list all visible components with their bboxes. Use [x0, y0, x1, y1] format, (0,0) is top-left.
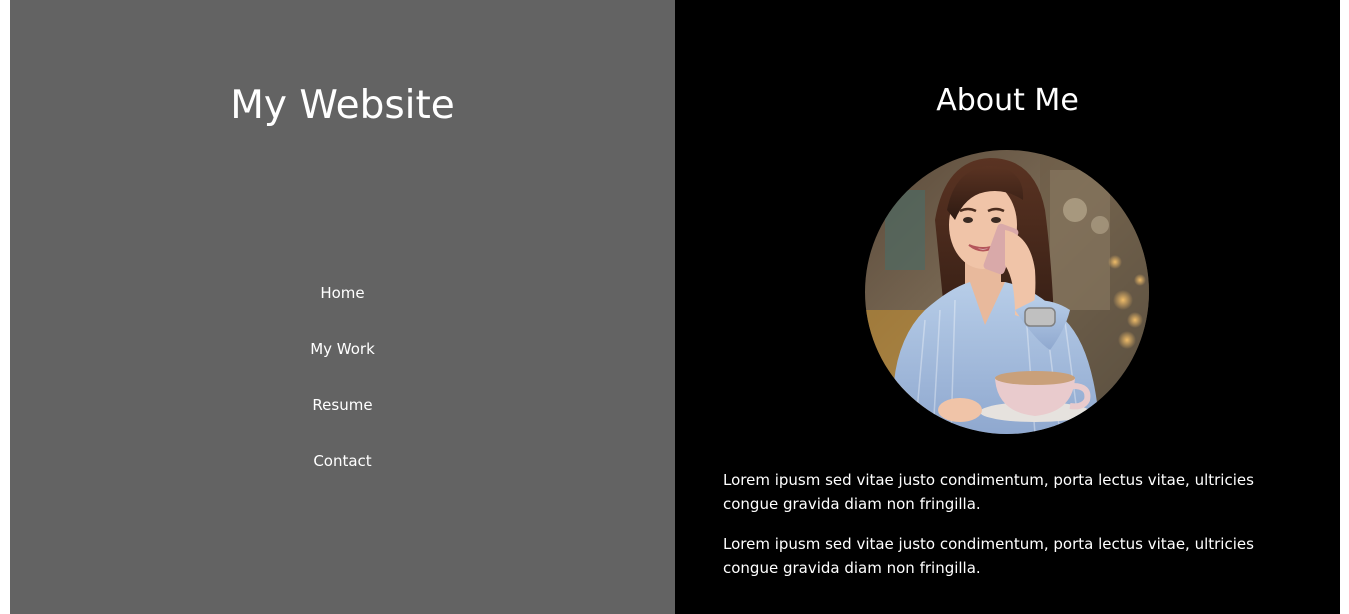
nav-link-my-work[interactable]: My Work [310, 340, 375, 358]
site-title: My Website [230, 83, 455, 128]
nav-item-my-work: My Work [10, 337, 675, 393]
nav-item-resume: Resume [10, 393, 675, 449]
content-panel: About Me Lorem ipusm sed vitae justo con… [675, 0, 1340, 614]
nav-link-resume[interactable]: Resume [312, 396, 372, 414]
nav-item-home: Home [10, 281, 675, 337]
nav-link-home[interactable]: Home [320, 284, 364, 302]
bio-paragraph: Lorem ipusm sed vitae justo condimentum,… [723, 471, 1254, 513]
bio-paragraph: Lorem ipusm sed vitae justo condimentum,… [723, 535, 1254, 577]
profile-photo [865, 150, 1149, 434]
nav-link-contact[interactable]: Contact [313, 452, 371, 470]
sidebar: My Website Home My Work Resume Contact [10, 0, 675, 614]
main-nav: Home My Work Resume Contact [10, 281, 675, 505]
page: My Website Home My Work Resume Contact A… [10, 0, 1340, 614]
about-title: About Me [936, 83, 1079, 118]
nav-item-contact: Contact [10, 449, 675, 505]
